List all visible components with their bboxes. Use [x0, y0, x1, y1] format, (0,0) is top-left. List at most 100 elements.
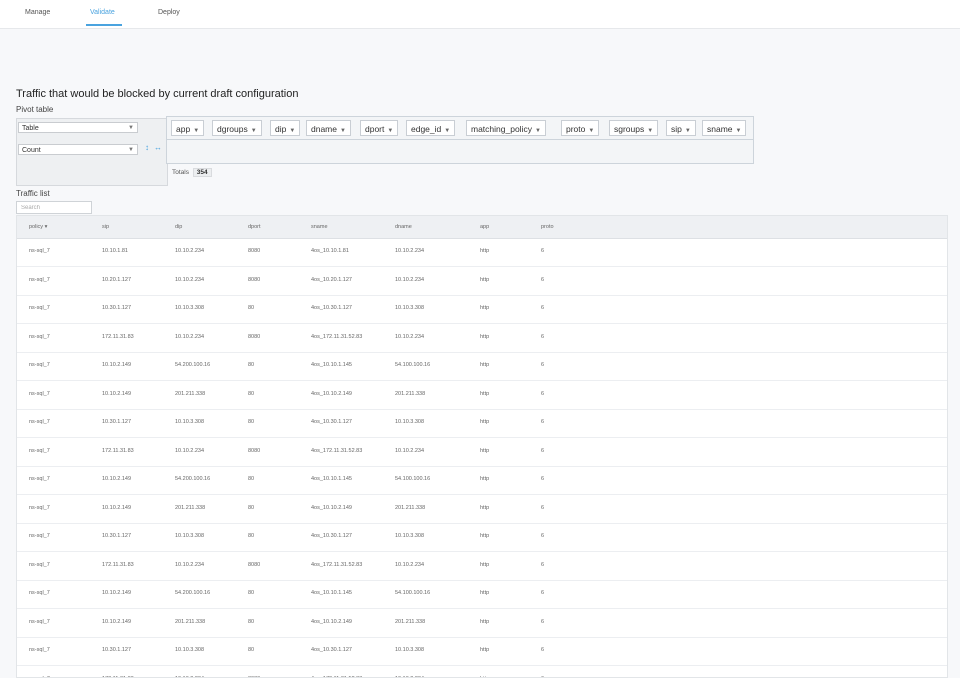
- table-row[interactable]: ns-sql_7 10.10.2.149 201.211.338 80 4os_10.1…: [17, 495, 947, 524]
- field-chip-dgroups[interactable]: dgroups ▼: [212, 120, 262, 136]
- table-cell: 4os_10.30.1.127: [311, 533, 352, 539]
- column-header-app[interactable]: app: [480, 224, 489, 230]
- table-cell: 10.10.2.149: [102, 618, 132, 625]
- table-row[interactable]: ns-sql_7 10.20.1.127 10.10.2.234 8080 4os_10…: [17, 267, 947, 296]
- totals-value: 354: [192, 168, 212, 177]
- search-input[interactable]: [16, 201, 92, 214]
- table-cell: 10.10.2.149: [102, 390, 132, 397]
- table-cell: 4os_10.10.2.149: [311, 390, 352, 397]
- table-cell: 8080: [248, 333, 261, 340]
- table-cell: 80: [248, 533, 255, 539]
- renderer-select[interactable]: Table ▼: [18, 122, 138, 133]
- table-cell: 80: [248, 362, 255, 368]
- sort-order-icon[interactable]: ↕: [145, 143, 149, 152]
- table-row[interactable]: ns-sql_7 10.10.2.149 54.200.100.16 80 4os_10…: [17, 352, 947, 381]
- column-header-dname[interactable]: dname: [395, 224, 412, 230]
- row-order-icon[interactable]: ↔: [154, 143, 162, 152]
- table-cell: 201.211.338: [175, 504, 206, 511]
- chevron-down-icon: ▼: [193, 128, 200, 134]
- table-cell: 80: [248, 647, 255, 653]
- table-header: policy ▾ sip dip dport sname dname app p…: [17, 216, 947, 239]
- table-cell: 10.10.3.308: [395, 419, 425, 425]
- column-header-sip[interactable]: sip: [102, 224, 109, 230]
- table-cell: ns-sql_7: [29, 647, 50, 653]
- column-header-dport[interactable]: dport: [248, 224, 261, 230]
- table-cell: 10.30.1.127: [102, 647, 132, 653]
- table-row[interactable]: ns-sql_7 10.30.1.127 10.10.3.308 80 4os_10.3…: [17, 409, 947, 438]
- table-row[interactable]: ns-sql_7172.11.31.8310.10.2.23480804os_1…: [17, 438, 947, 467]
- table-cell: 201.211.338: [175, 618, 206, 625]
- field-chip-edge-id[interactable]: edge_id ▼: [406, 120, 456, 136]
- table-cell: 10.10.3.308: [395, 647, 425, 653]
- chevron-down-icon: ▼: [128, 125, 134, 131]
- table-cell: 80: [248, 590, 255, 596]
- table-cell: 10.10.3.308: [395, 533, 425, 539]
- column-header-sname[interactable]: sname: [311, 224, 328, 230]
- tab-manage[interactable]: Manage: [25, 9, 50, 16]
- column-header-policy[interactable]: policy ▾: [29, 224, 47, 230]
- table-row[interactable]: ns-sql_7 10.30.1.127 10.10.3.308 80 4os_10.3…: [17, 523, 947, 552]
- table-cell: 8080: [248, 248, 261, 254]
- table-cell: 80: [248, 305, 255, 311]
- chevron-down-icon: ▼: [588, 128, 595, 134]
- field-chip-dport[interactable]: dport ▼: [360, 120, 399, 136]
- field-chip-sname[interactable]: sname ▼: [702, 120, 747, 136]
- table-row[interactable]: ns-sql_7 10.10.2.149 54.200.100.16 80 4os_10…: [17, 580, 947, 609]
- table-row[interactable]: ns-sql_7 10.10.2.149 201.211.338 80 4os_10.1…: [17, 609, 947, 638]
- tab-deploy[interactable]: Deploy: [158, 9, 180, 16]
- page-title: Traffic that would be blocked by current…: [16, 88, 299, 100]
- chevron-down-icon: ▼: [128, 147, 134, 153]
- table-row[interactable]: ns-sql_7172.11.31.8310.10.2.23480804os_1…: [17, 552, 947, 581]
- table-cell: http: [480, 476, 490, 482]
- field-chip-dname[interactable]: dname ▼: [306, 120, 351, 136]
- table-cell: 10.10.2.149: [102, 590, 132, 596]
- table-cell: 10.10.2.234: [175, 333, 205, 340]
- field-chip-matching-policy[interactable]: matching_policy ▼: [466, 120, 546, 136]
- field-chip-label: proto: [566, 124, 586, 134]
- table-cell: 4os_172.11.31.52.83: [311, 561, 363, 568]
- table-cell: 6: [541, 419, 545, 425]
- table-row[interactable]: ns-sql_7 10.10.2.149 201.211.338 80 4os_10.1…: [17, 381, 947, 410]
- table-cell: 10.10.1.81: [102, 248, 128, 254]
- table-cell: 6: [541, 305, 545, 311]
- table-row[interactable]: ns-sql_7 10.10.1.81 10.10.2.234 8080 4os_10.…: [17, 238, 947, 267]
- field-chip-label: app: [176, 124, 191, 134]
- table-cell: 4os_10.10.1.145: [311, 362, 352, 368]
- table-cell: ns-sql_7: [29, 447, 50, 454]
- table-cell: ns-sql_7: [29, 419, 50, 425]
- table-cell: 10.10.3.308: [175, 305, 205, 311]
- column-header-proto[interactable]: proto: [541, 224, 554, 230]
- table-row[interactable]: ns-sql_7172.11.31.8310.10.2.23480804os_1…: [17, 324, 947, 353]
- field-chip-label: dip: [275, 124, 287, 134]
- table-cell: 80: [248, 476, 255, 482]
- field-chip-proto[interactable]: proto ▼: [561, 120, 600, 136]
- table-row[interactable]: ns-sql_7 10.30.1.127 10.10.3.308 80 4os_10.3…: [17, 295, 947, 324]
- table-cell: 80: [248, 390, 255, 397]
- column-header-dip[interactable]: dip: [175, 224, 182, 230]
- table-cell: 10.10.2.234: [395, 561, 425, 568]
- table-row[interactable]: ns-sql_7 10.10.2.149 54.200.100.16 80 4os_10…: [17, 466, 947, 495]
- table-cell: 54.100.100.16: [395, 590, 431, 596]
- table-cell: 10.10.2.234: [175, 248, 205, 254]
- aggregator-select[interactable]: Count ▼: [18, 144, 138, 155]
- field-chip-sgroups[interactable]: sgroups ▼: [609, 120, 659, 136]
- table-cell: 201.211.338: [175, 390, 206, 397]
- table-cell: 8080: [248, 447, 261, 454]
- aggregator-select-value: Count: [22, 147, 41, 154]
- table-row[interactable]: ns-sql_7 10.30.1.127 10.10.3.308 80 4os_10.3…: [17, 637, 947, 666]
- table-cell: 4os_10.10.2.149: [311, 504, 352, 511]
- field-chip-dip[interactable]: dip ▼: [270, 120, 301, 136]
- field-chip-app[interactable]: app ▼: [171, 120, 205, 136]
- table-cell: ns-sql_7: [29, 504, 50, 511]
- table-cell: 172.11.31.83: [102, 447, 134, 454]
- field-chip-sip[interactable]: sip ▼: [666, 120, 696, 136]
- traffic-table: policy ▾ sip dip dport sname dname app p…: [16, 215, 948, 678]
- table-cell: 10.10.3.308: [175, 419, 205, 425]
- table-row[interactable]: ns-sql_7172.11.31.8310.10.2.23480804os_1…: [17, 666, 947, 678]
- totals-label: Totals: [172, 169, 189, 176]
- table-cell: 10.10.2.149: [102, 476, 132, 482]
- chevron-down-icon: ▼: [735, 128, 742, 134]
- table-cell: 10.10.2.234: [175, 276, 205, 283]
- table-cell: 10.10.2.234: [175, 561, 205, 568]
- tab-validate[interactable]: Validate: [90, 9, 115, 16]
